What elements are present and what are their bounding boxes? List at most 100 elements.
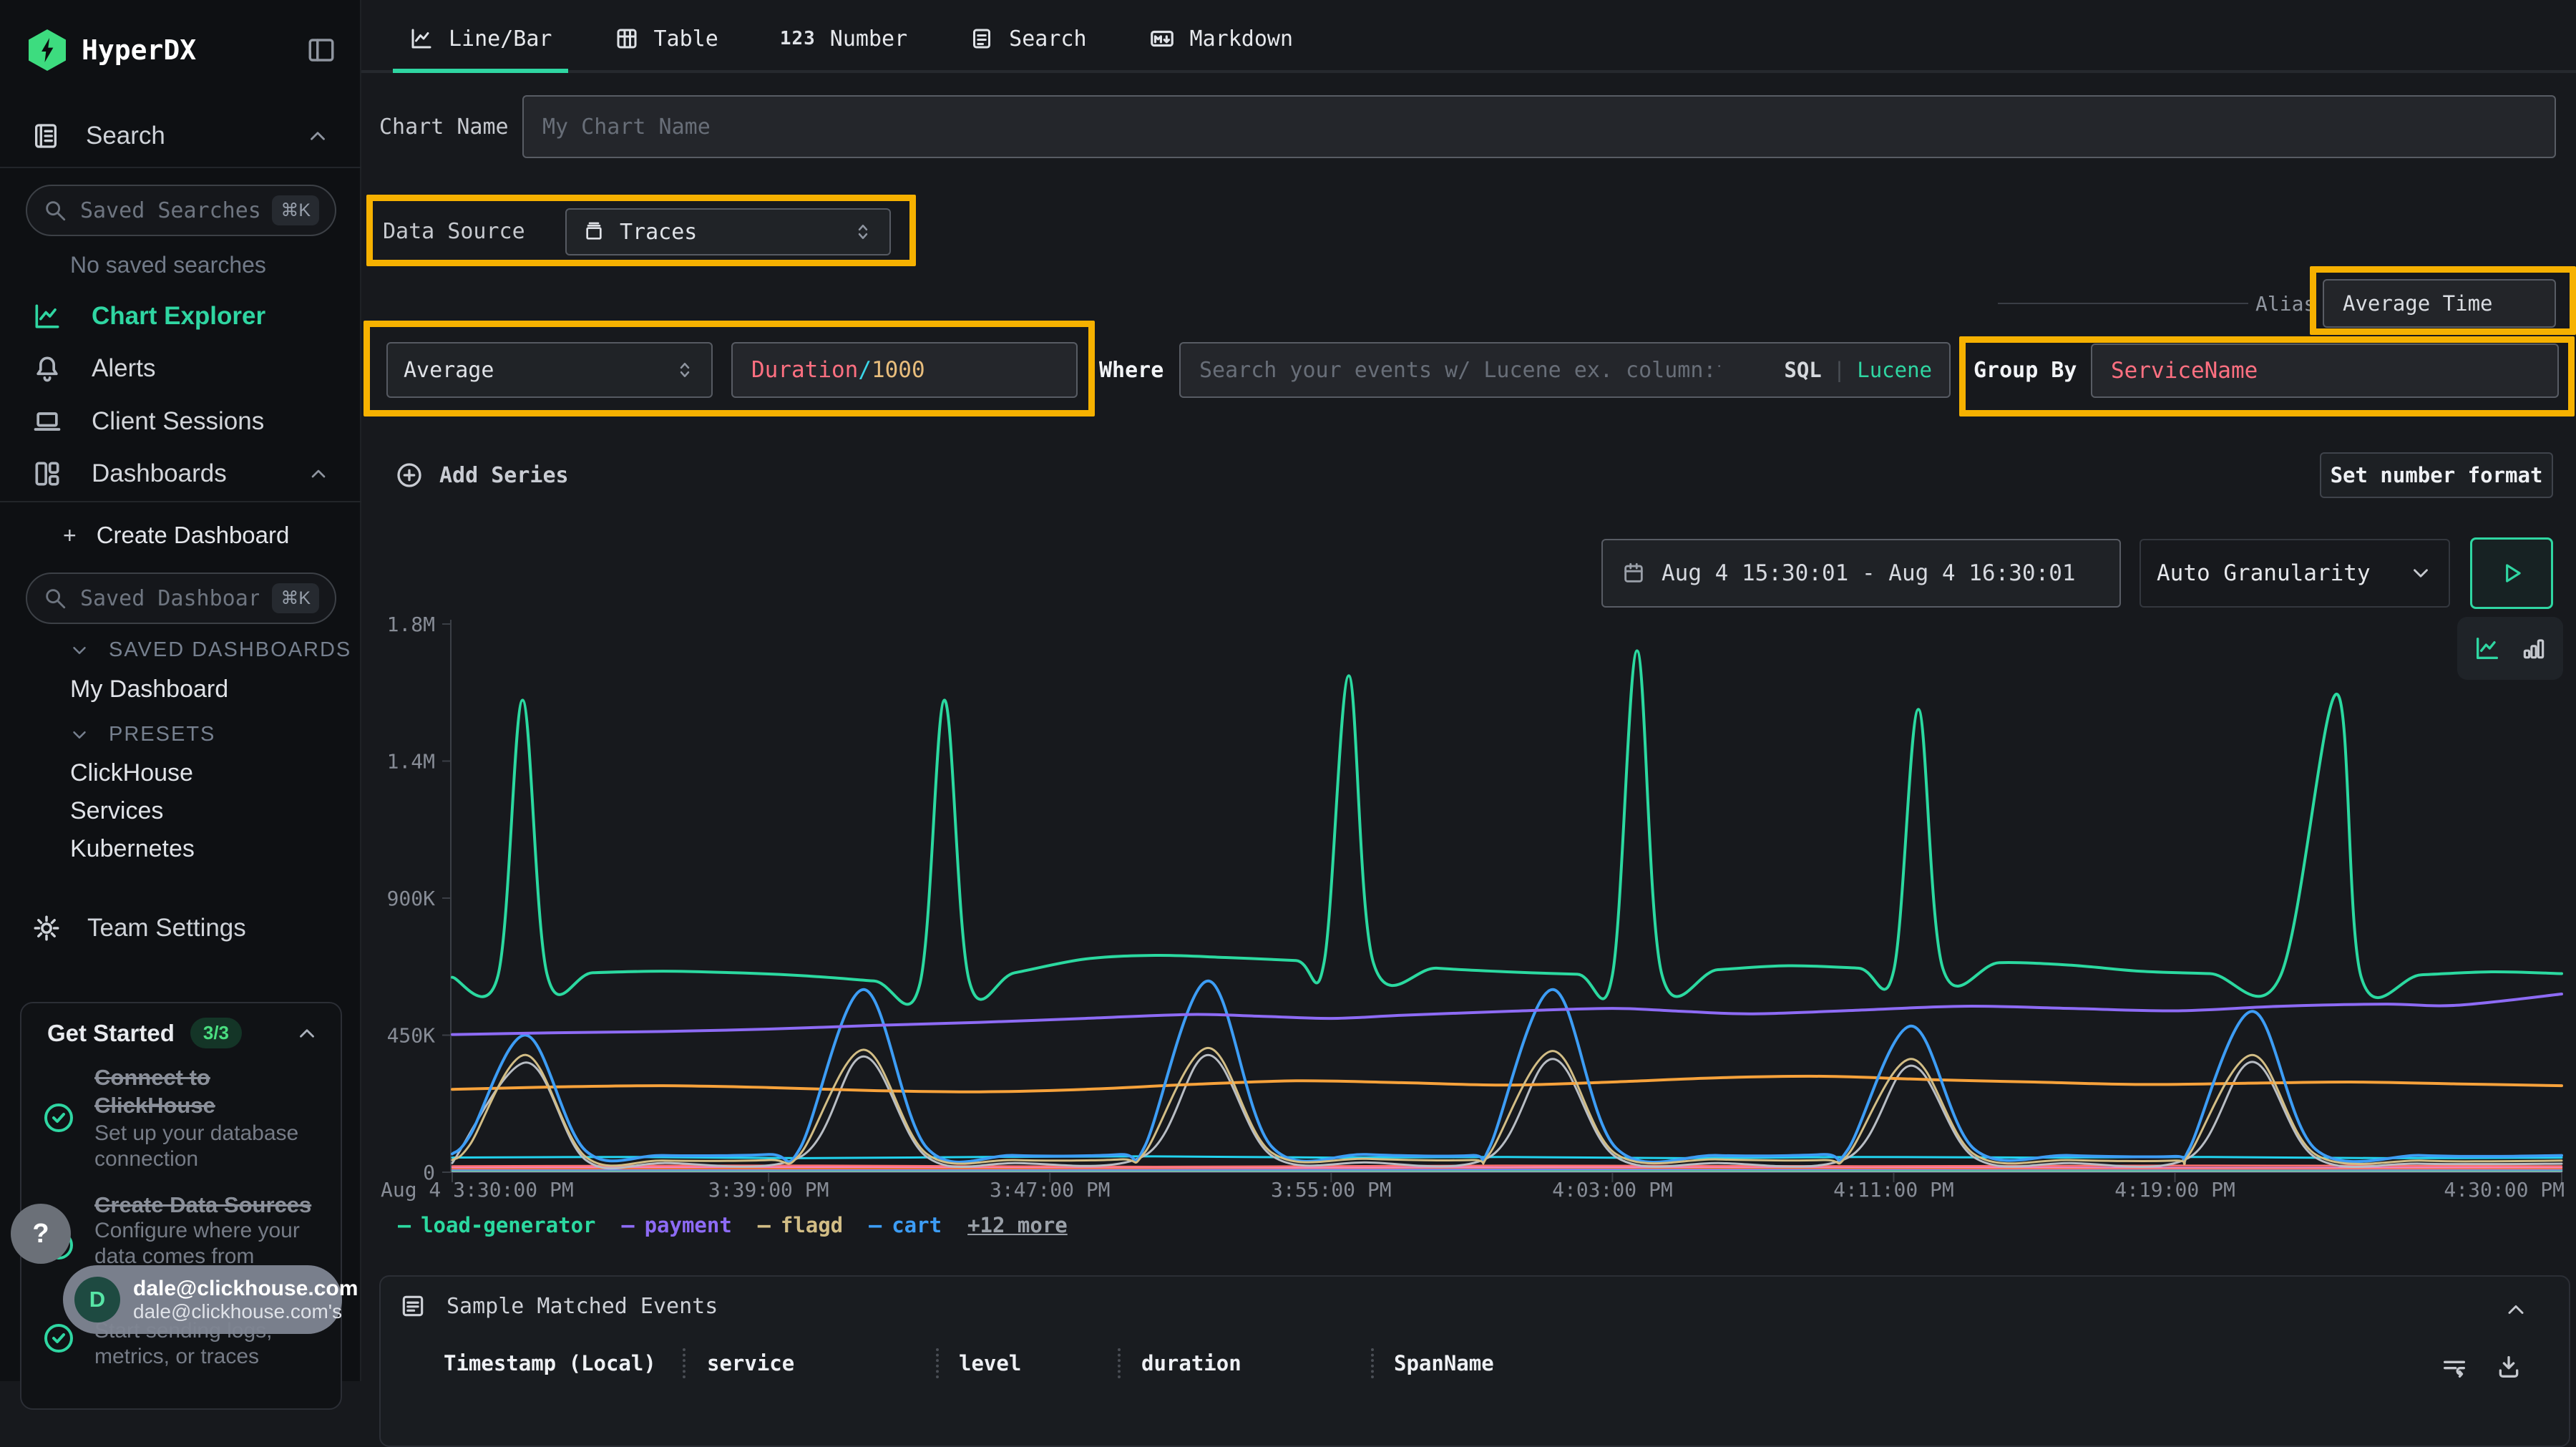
series-series-red-line xyxy=(452,1166,2562,1167)
create-dashboard-button[interactable]: + Create Dashboard xyxy=(0,515,361,555)
where-input[interactable]: SQL | Lucene xyxy=(1179,342,1951,398)
chevron-down-icon xyxy=(69,724,90,746)
user-account-chip[interactable]: D dale@clickhouse.com dale@clickhouse.co… xyxy=(63,1265,342,1334)
tab-line-bar[interactable]: Line/Bar xyxy=(393,0,568,70)
get-started-card: Get Started 3/3 Connect to ClickHouse Se… xyxy=(20,1002,342,1410)
saved-dashboards-input[interactable]: ⌘K xyxy=(26,573,336,624)
where-label: Where xyxy=(1099,358,1163,383)
chevron-up-icon[interactable] xyxy=(295,1021,319,1046)
calendar-icon xyxy=(1621,561,1646,585)
hyperdx-logo-icon xyxy=(29,29,66,71)
saved-dashboards-group[interactable]: SAVED DASHBOARDS xyxy=(69,638,351,662)
sidebar-item-kubernetes[interactable]: Kubernetes xyxy=(70,835,195,863)
column-separator[interactable] xyxy=(1118,1348,1121,1378)
chart-legend: —load-generator —payment —flagd —cart +1… xyxy=(398,1209,1068,1241)
chart-display-toggle xyxy=(2457,617,2563,680)
column-header-timestamp[interactable]: Timestamp (Local) xyxy=(444,1351,656,1375)
chevron-up-icon[interactable] xyxy=(306,124,330,148)
hyperdx-chart-explorer-page: HyperDX Search ⌘K No saved searches Char… xyxy=(0,0,2576,1381)
aggregation-value: Average xyxy=(404,358,494,383)
column-header-service[interactable]: service xyxy=(707,1351,794,1375)
bar-chart-toggle-icon[interactable] xyxy=(2520,635,2547,662)
x-tick-label: 4:19:00 PM xyxy=(2114,1178,2235,1202)
chart-name-input[interactable] xyxy=(522,95,2556,158)
granularity-value: Auto Granularity xyxy=(2157,560,2371,586)
user-email: dale@clickhouse.com xyxy=(133,1277,358,1301)
tab-number[interactable]: 123 Number xyxy=(764,0,923,70)
column-header-duration[interactable]: duration xyxy=(1141,1351,1241,1375)
legend-item-payment[interactable]: —payment xyxy=(622,1213,732,1238)
column-header-level[interactable]: level xyxy=(959,1351,1021,1375)
series-cart-line xyxy=(452,981,2562,1162)
get-started-item-title[interactable]: Create Data Sources xyxy=(94,1191,316,1219)
sidebar-item-chart-explorer[interactable]: Chart Explorer xyxy=(0,294,361,338)
run-query-button[interactable] xyxy=(2470,537,2553,609)
sidebar-item-alerts[interactable]: Alerts xyxy=(0,346,361,391)
series-payment-line xyxy=(452,994,2562,1035)
download-icon[interactable] xyxy=(2494,1353,2523,1381)
data-source-label: Data Source xyxy=(383,219,525,244)
timeseries-chart: 0450K900K1.4M1.8MAug 4 3:30:00 PM3:39:00… xyxy=(0,0,2576,1381)
saved-searches-field[interactable] xyxy=(80,198,259,223)
sidebar-item-clickhouse[interactable]: ClickHouse xyxy=(70,759,193,787)
expression-input[interactable]: Duration/1000 xyxy=(731,342,1078,398)
wrap-lines-icon[interactable] xyxy=(2440,1353,2469,1381)
data-source-select[interactable]: Traces xyxy=(565,208,891,255)
group-by-input[interactable]: ServiceName xyxy=(2091,344,2559,398)
add-series-button[interactable]: Add Series xyxy=(395,455,569,495)
date-range-input[interactable]: Aug 4 15:30:01 - Aug 4 16:30:01 xyxy=(1601,539,2121,608)
x-tick-label: 3:39:00 PM xyxy=(708,1178,829,1202)
laptop-icon xyxy=(31,406,63,437)
tab-search[interactable]: Search xyxy=(953,0,1102,70)
sidebar-item-team-settings[interactable]: Team Settings xyxy=(0,907,361,950)
sidebar-item-dashboards[interactable]: Dashboards xyxy=(0,452,361,496)
set-number-format-button[interactable]: Set number format xyxy=(2320,452,2553,498)
language-lucene-option[interactable]: Lucene xyxy=(1857,358,1932,382)
presets-group[interactable]: PRESETS xyxy=(69,723,215,746)
legend-item-cart[interactable]: —cart xyxy=(869,1213,942,1238)
legend-item-flagd[interactable]: —flagd xyxy=(758,1213,843,1238)
y-tick-label: 0 xyxy=(423,1161,435,1184)
aggregation-select[interactable]: Average xyxy=(386,342,713,398)
granularity-select[interactable]: Auto Granularity xyxy=(2140,539,2450,608)
check-circle-icon xyxy=(42,1101,76,1135)
bell-icon xyxy=(31,353,63,384)
get-started-item-title[interactable]: Connect to ClickHouse xyxy=(94,1063,316,1119)
column-header-spanname[interactable]: SpanName xyxy=(1394,1351,1494,1375)
collapse-section-icon[interactable] xyxy=(2503,1297,2529,1322)
collapse-sidebar-icon[interactable] xyxy=(306,35,336,65)
data-source-value: Traces xyxy=(620,220,697,245)
sample-matched-events-panel: Sample Matched Events Timestamp (Local) … xyxy=(379,1275,2570,1447)
tab-markdown[interactable]: Markdown xyxy=(1133,0,1309,70)
column-separator[interactable] xyxy=(936,1348,939,1378)
series-series-cyan-line xyxy=(452,1156,2562,1159)
sidebar-item-my-dashboard[interactable]: My Dashboard xyxy=(70,676,228,703)
saved-searches-input[interactable]: ⌘K xyxy=(26,185,336,236)
column-separator[interactable] xyxy=(683,1348,686,1378)
alias-input[interactable]: Average Time xyxy=(2323,279,2556,328)
sample-events-title: Sample Matched Events xyxy=(447,1294,718,1319)
get-started-progress-badge: 3/3 xyxy=(190,1018,242,1048)
alias-label: Alias xyxy=(2255,292,2316,316)
sidebar-item-services[interactable]: Services xyxy=(70,797,163,825)
series-flagd-line xyxy=(452,1048,2562,1166)
dashboards-icon xyxy=(31,458,63,489)
updown-chevrons-icon xyxy=(852,221,874,243)
tab-table[interactable]: Table xyxy=(598,0,734,70)
legend-more-link[interactable]: +12 more xyxy=(967,1213,1068,1237)
sidebar-item-client-sessions[interactable]: Client Sessions xyxy=(0,399,361,444)
table-icon xyxy=(614,26,640,52)
sidebar-section-search[interactable]: Search xyxy=(0,116,361,156)
y-tick-label: 900K xyxy=(387,887,436,910)
line-chart-toggle-icon[interactable] xyxy=(2473,634,2502,663)
search-icon xyxy=(43,586,67,610)
legend-item-load-generator[interactable]: —load-generator xyxy=(398,1213,596,1238)
saved-dashboards-field[interactable] xyxy=(80,586,259,611)
help-button[interactable]: ? xyxy=(11,1204,71,1264)
language-sql-option[interactable]: SQL xyxy=(1784,358,1821,382)
chevron-up-icon[interactable] xyxy=(307,462,330,485)
chart-name-label: Chart Name xyxy=(379,115,509,140)
column-separator[interactable] xyxy=(1371,1348,1374,1378)
chevron-down-icon xyxy=(2409,561,2433,585)
chart-axes xyxy=(451,620,2562,1172)
